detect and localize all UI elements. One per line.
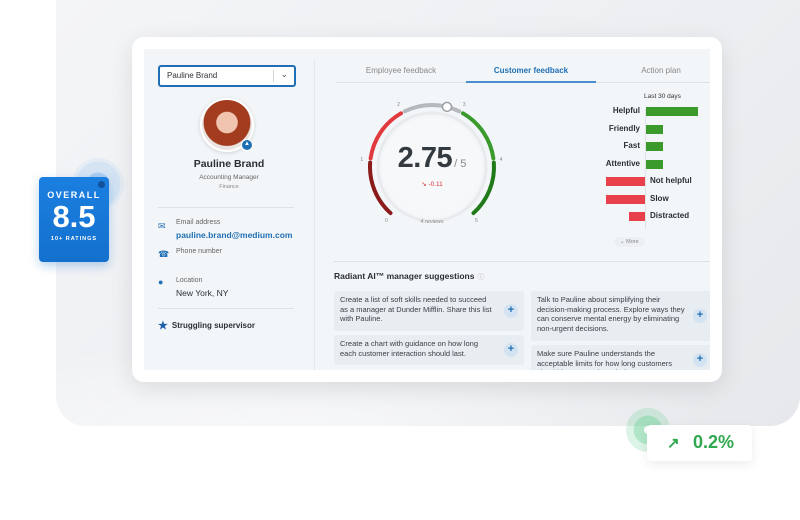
bar-row: Attentive <box>564 158 710 172</box>
chart-period: Last 30 days <box>644 93 681 100</box>
phone-icon: ☎ <box>158 249 170 259</box>
location-value: New York, NY <box>176 288 229 298</box>
section-divider <box>334 261 710 262</box>
org-chart-icon[interactable]: ▲ <box>241 139 253 151</box>
star-icon: ★ <box>158 320 168 332</box>
employee-select[interactable]: Pauline Brand ⌄ <box>158 65 296 87</box>
phone-label: Phone number <box>176 248 222 255</box>
overall-sub: 10+ RATINGS <box>50 236 98 242</box>
info-icon[interactable]: ⓘ <box>477 274 484 281</box>
panel-divider <box>314 59 315 370</box>
status-tag-label: Struggling supervisor <box>171 321 255 330</box>
suggestion-text: Make sure Pauline understands the accept… <box>537 349 673 370</box>
rating-gauge: 012345 2.75/ 5 ↘ -0.11 4 reviews <box>352 95 512 245</box>
more-button[interactable]: ⌄ More <box>614 237 645 247</box>
bar-label: Friendly <box>608 123 640 133</box>
bar-label: Not helpful <box>650 176 692 185</box>
bar-row: Fast <box>564 140 710 154</box>
bar-friendly <box>646 124 663 134</box>
score-delta: ↘ -0.11 <box>352 180 512 188</box>
bar-label: Slow <box>650 193 669 203</box>
email-link[interactable]: pauline.brand@medium.com <box>176 230 292 240</box>
bar-row: Distracted <box>564 210 710 224</box>
employee-select-value: Pauline Brand <box>167 71 218 80</box>
select-separator <box>273 70 274 82</box>
email-label: Email address <box>176 219 221 226</box>
growth-badge: ↗ 0.2% <box>647 425 752 461</box>
bar-label: Attentive <box>605 158 640 168</box>
trending-down-icon: ↘ <box>421 181 427 188</box>
score-display: 2.75/ 5 <box>352 142 512 175</box>
location-label: Location <box>176 277 203 284</box>
gauge-indicator <box>441 101 453 113</box>
dashboard: Pauline Brand ⌄ ▲ Pauline Brand Accounti… <box>144 49 710 370</box>
suggestion-card: Talk to Pauline about simplifying their … <box>531 291 710 341</box>
tab-customer-feedback[interactable]: Customer feedback <box>466 63 596 83</box>
overall-rating-badge: OVERALL 8.5 10+ RATINGS <box>39 177 109 262</box>
gauge-tick-label: 3 <box>462 102 466 109</box>
tab-bar: Employee feedback Customer feedback Acti… <box>336 63 710 83</box>
bar-label: Distracted <box>650 211 690 220</box>
suggestion-card: Create a chart with guidance on how long… <box>334 335 524 365</box>
feedback-bar-chart: Helpful Friendly Fast Attentive Not helpful S… <box>564 105 710 255</box>
badge-dot <box>98 181 105 188</box>
bar-row: Not helpful <box>564 175 710 189</box>
more-label: More <box>626 239 639 245</box>
suggestion-text: Create a chart with guidance on how long… <box>340 339 479 358</box>
add-suggestion-button[interactable]: + <box>504 343 518 357</box>
gauge-tick-label: 2 <box>397 102 400 109</box>
location-pin-icon: ● <box>158 277 164 287</box>
suggestion-card: Create a list of soft skills needed to s… <box>334 291 524 331</box>
bar-slow <box>606 194 645 204</box>
add-suggestion-button[interactable]: + <box>693 309 707 323</box>
bar-attentive <box>646 159 663 169</box>
profile-role: Accounting Manager <box>199 174 259 181</box>
suggestion-text: Talk to Pauline about simplifying their … <box>537 295 685 333</box>
score-delta-value: -0.11 <box>428 181 443 188</box>
divider <box>158 207 294 208</box>
email-icon: ✉ <box>158 221 166 231</box>
tab-action-plan[interactable]: Action plan <box>596 63 710 83</box>
suggestions-title-text: Radiant AI™ manager suggestions <box>334 271 475 281</box>
review-count: 4 reviews <box>420 219 444 225</box>
app-window: Pauline Brand ⌄ ▲ Pauline Brand Accounti… <box>132 37 722 382</box>
score-value: 2.75 <box>397 142 453 174</box>
bar-label: Helpful <box>612 106 640 115</box>
bar-not-helpful <box>606 177 645 186</box>
add-suggestion-button[interactable]: + <box>504 304 518 318</box>
bar-row: Slow <box>564 193 710 207</box>
suggestion-text: Create a list of soft skills needed to s… <box>340 295 492 323</box>
suggestions-title: Radiant AI™ manager suggestions ⓘ <box>334 271 484 282</box>
tab-employee-feedback[interactable]: Employee feedback <box>336 63 466 83</box>
status-tag: ★ Struggling supervisor <box>158 319 255 332</box>
bar-row: Friendly <box>564 123 710 137</box>
score-max: / 5 <box>454 158 467 170</box>
chevron-down-icon[interactable]: ⌄ <box>280 69 288 80</box>
profile-department: Finance <box>219 184 239 190</box>
trending-up-icon: ↗ <box>667 435 680 452</box>
bar-label: Fast <box>623 141 640 150</box>
profile-panel: Pauline Brand ⌄ ▲ Pauline Brand Accounti… <box>144 49 314 370</box>
profile-name: Pauline Brand <box>193 158 265 170</box>
bar-helpful <box>646 107 698 116</box>
growth-value: 0.2% <box>693 432 735 452</box>
bar-row: Helpful <box>564 105 710 119</box>
bar-distracted <box>629 212 645 221</box>
divider <box>158 308 294 309</box>
add-suggestion-button[interactable]: + <box>693 353 707 367</box>
suggestion-card: Make sure Pauline understands the accept… <box>531 345 710 370</box>
overall-value: 8.5 <box>52 199 96 234</box>
bar-fast <box>646 142 663 151</box>
